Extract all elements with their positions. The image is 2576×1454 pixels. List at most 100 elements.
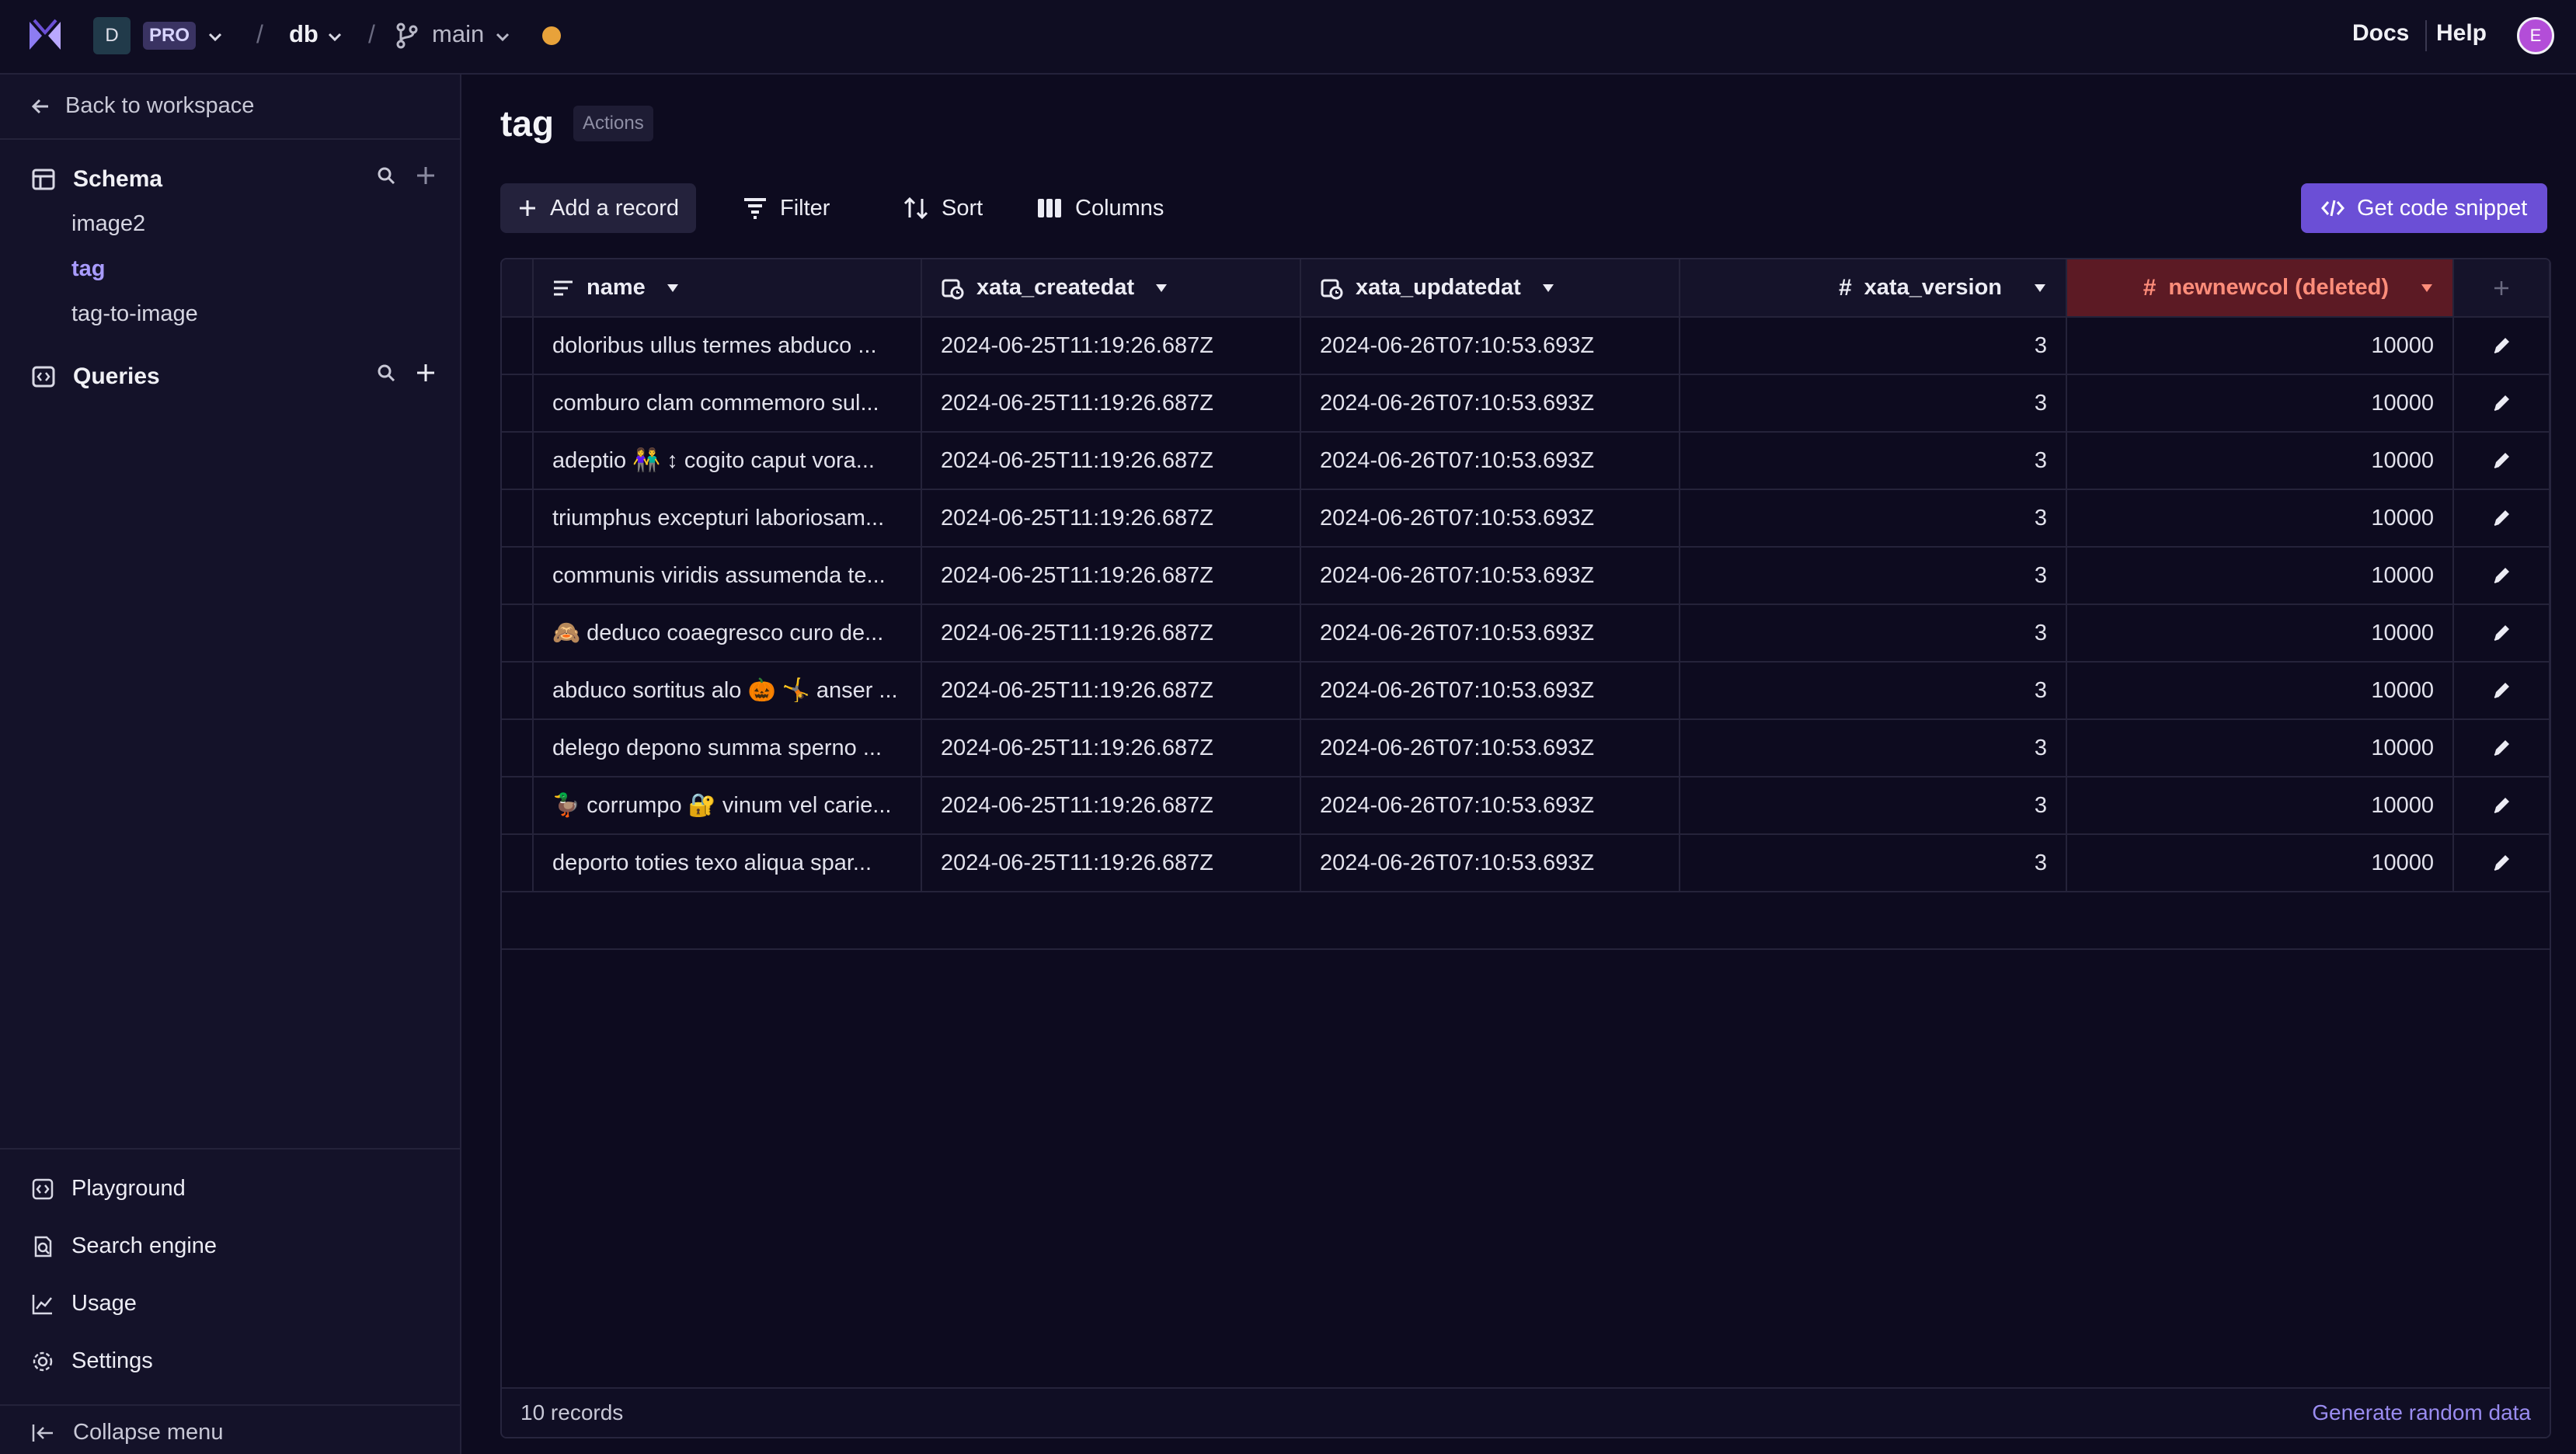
table-row[interactable]: communis viridis assumenda te... 2024-06-… xyxy=(502,547,2550,605)
row-select-cell[interactable] xyxy=(502,834,534,892)
cell-xata-createdat[interactable]: 2024-06-25T11:19:26.687Z xyxy=(921,777,1301,835)
sidebar-item-settings[interactable]: Settings xyxy=(31,1348,153,1374)
cell-xata-version[interactable]: 3 xyxy=(1680,317,2067,375)
cell-xata-version[interactable]: 3 xyxy=(1680,489,2067,548)
edit-record-button[interactable] xyxy=(2453,547,2550,605)
table-row[interactable]: 🙈 deduco coaegresco curo de... 2024-06-25… xyxy=(502,604,2550,663)
chevron-down-icon[interactable] xyxy=(207,28,224,45)
edit-record-button[interactable] xyxy=(2453,777,2550,835)
table-row[interactable]: delego depono summa sperno ... 2024-06-25… xyxy=(502,719,2550,777)
caret-down-icon[interactable] xyxy=(666,283,680,294)
cell-xata-createdat[interactable]: 2024-06-25T11:19:26.687Z xyxy=(921,432,1301,490)
row-select-cell[interactable] xyxy=(502,662,534,720)
sidebar-item-tag-to-image[interactable]: tag-to-image xyxy=(71,301,198,327)
cell-newnewcol[interactable]: 10000 xyxy=(2066,547,2454,605)
actions-button[interactable]: Actions xyxy=(573,106,653,141)
cell-newnewcol[interactable]: 10000 xyxy=(2066,432,2454,490)
workspace-avatar[interactable]: D xyxy=(93,17,131,54)
back-to-workspace-link[interactable]: Back to workspace xyxy=(31,93,254,119)
cell-name[interactable]: 🦆 corrumpo 🔐 vinum vel carie... xyxy=(533,777,922,835)
cell-xata-createdat[interactable]: 2024-06-25T11:19:26.687Z xyxy=(921,547,1301,605)
cell-xata-updatedat[interactable]: 2024-06-26T07:10:53.693Z xyxy=(1300,604,1680,663)
cell-xata-version[interactable]: 3 xyxy=(1680,777,2067,835)
edit-record-button[interactable] xyxy=(2453,432,2550,490)
cell-name[interactable]: delego depono summa sperno ... xyxy=(533,719,922,777)
user-avatar[interactable]: E xyxy=(2517,17,2554,54)
cell-xata-createdat[interactable]: 2024-06-25T11:19:26.687Z xyxy=(921,317,1301,375)
table-row[interactable]: deporto toties texo aliqua spar... 2024-0… xyxy=(502,834,2550,892)
cell-xata-version[interactable]: 3 xyxy=(1680,432,2067,490)
xata-logo-icon[interactable] xyxy=(26,17,64,54)
filter-button[interactable]: Filter xyxy=(726,183,847,233)
caret-down-icon[interactable] xyxy=(2420,283,2434,294)
cell-newnewcol[interactable]: 10000 xyxy=(2066,317,2454,375)
edit-record-button[interactable] xyxy=(2453,719,2550,777)
cell-name[interactable]: doloribus ullus termes abduco ... xyxy=(533,317,922,375)
row-select-header[interactable] xyxy=(502,259,534,318)
cell-xata-updatedat[interactable]: 2024-06-26T07:10:53.693Z xyxy=(1300,374,1680,433)
column-header-name[interactable]: name xyxy=(533,259,922,318)
caret-down-icon[interactable] xyxy=(1154,283,1168,294)
cell-xata-version[interactable]: 3 xyxy=(1680,834,2067,892)
cell-xata-updatedat[interactable]: 2024-06-26T07:10:53.693Z xyxy=(1300,719,1680,777)
sidebar-item-image2[interactable]: image2 xyxy=(71,211,145,237)
cell-xata-version[interactable]: 3 xyxy=(1680,662,2067,720)
cell-name[interactable]: abduco sortitus alo 🎃 🤸 anser ... xyxy=(533,662,922,720)
cell-xata-updatedat[interactable]: 2024-06-26T07:10:53.693Z xyxy=(1300,662,1680,720)
cell-name[interactable]: deporto toties texo aliqua spar... xyxy=(533,834,922,892)
cell-xata-createdat[interactable]: 2024-06-25T11:19:26.687Z xyxy=(921,489,1301,548)
chevron-down-icon[interactable] xyxy=(326,28,343,45)
cell-xata-createdat[interactable]: 2024-06-25T11:19:26.687Z xyxy=(921,374,1301,433)
cell-xata-createdat[interactable]: 2024-06-25T11:19:26.687Z xyxy=(921,834,1301,892)
row-select-cell[interactable] xyxy=(502,432,534,490)
row-select-cell[interactable] xyxy=(502,317,534,375)
docs-link[interactable]: Docs xyxy=(2352,20,2409,47)
chevron-down-icon[interactable] xyxy=(494,28,511,45)
cell-xata-updatedat[interactable]: 2024-06-26T07:10:53.693Z xyxy=(1300,777,1680,835)
column-header-xata-version[interactable]: # xata_version xyxy=(1680,259,2067,318)
table-row[interactable]: comburo clam commemoro sul... 2024-06-25T… xyxy=(502,374,2550,433)
columns-button[interactable]: Columns xyxy=(1019,183,1181,233)
edit-record-button[interactable] xyxy=(2453,662,2550,720)
cell-xata-version[interactable]: 3 xyxy=(1680,547,2067,605)
edit-record-button[interactable] xyxy=(2453,489,2550,548)
row-select-cell[interactable] xyxy=(502,374,534,433)
sidebar-section-queries[interactable]: Queries xyxy=(31,364,160,390)
cell-xata-version[interactable]: 3 xyxy=(1680,719,2067,777)
cell-newnewcol[interactable]: 10000 xyxy=(2066,719,2454,777)
row-select-cell[interactable] xyxy=(502,489,534,548)
cell-newnewcol[interactable]: 10000 xyxy=(2066,604,2454,663)
cell-xata-version[interactable]: 3 xyxy=(1680,604,2067,663)
cell-newnewcol[interactable]: 10000 xyxy=(2066,777,2454,835)
add-column-button[interactable] xyxy=(2453,259,2550,318)
search-icon[interactable] xyxy=(376,165,396,186)
help-link[interactable]: Help xyxy=(2436,20,2487,47)
table-row[interactable]: 🦆 corrumpo 🔐 vinum vel carie... 2024-06-2… xyxy=(502,777,2550,835)
edit-record-button[interactable] xyxy=(2453,317,2550,375)
plus-icon[interactable] xyxy=(415,165,437,186)
breadcrumb-database[interactable]: db xyxy=(289,20,319,48)
column-header-newnewcol-deleted[interactable]: # newnewcol (deleted) xyxy=(2066,259,2454,318)
generate-random-data-link[interactable]: Generate random data xyxy=(2312,1400,2531,1425)
cell-name[interactable]: triumphus excepturi laboriosam... xyxy=(533,489,922,548)
cell-xata-createdat[interactable]: 2024-06-25T11:19:26.687Z xyxy=(921,719,1301,777)
cell-xata-updatedat[interactable]: 2024-06-26T07:10:53.693Z xyxy=(1300,489,1680,548)
cell-name[interactable]: comburo clam commemoro sul... xyxy=(533,374,922,433)
row-select-cell[interactable] xyxy=(502,719,534,777)
table-row[interactable]: doloribus ullus termes abduco ... 2024-06… xyxy=(502,317,2550,375)
cell-xata-createdat[interactable]: 2024-06-25T11:19:26.687Z xyxy=(921,604,1301,663)
cell-xata-version[interactable]: 3 xyxy=(1680,374,2067,433)
table-row[interactable]: abduco sortitus alo 🎃 🤸 anser ... 2024-06… xyxy=(502,662,2550,720)
edit-record-button[interactable] xyxy=(2453,374,2550,433)
row-select-cell[interactable] xyxy=(502,604,534,663)
row-select-cell[interactable] xyxy=(502,777,534,835)
breadcrumb-branch[interactable]: main xyxy=(432,20,484,48)
cell-xata-updatedat[interactable]: 2024-06-26T07:10:53.693Z xyxy=(1300,547,1680,605)
cell-newnewcol[interactable]: 10000 xyxy=(2066,489,2454,548)
cell-name[interactable]: communis viridis assumenda te... xyxy=(533,547,922,605)
get-code-snippet-button[interactable]: Get code snippet xyxy=(2301,183,2548,233)
collapse-menu-button[interactable]: Collapse menu xyxy=(31,1420,223,1445)
sort-button[interactable]: Sort xyxy=(886,183,1000,233)
sidebar-item-playground[interactable]: Playground xyxy=(31,1176,186,1202)
caret-down-icon[interactable] xyxy=(1541,283,1555,294)
